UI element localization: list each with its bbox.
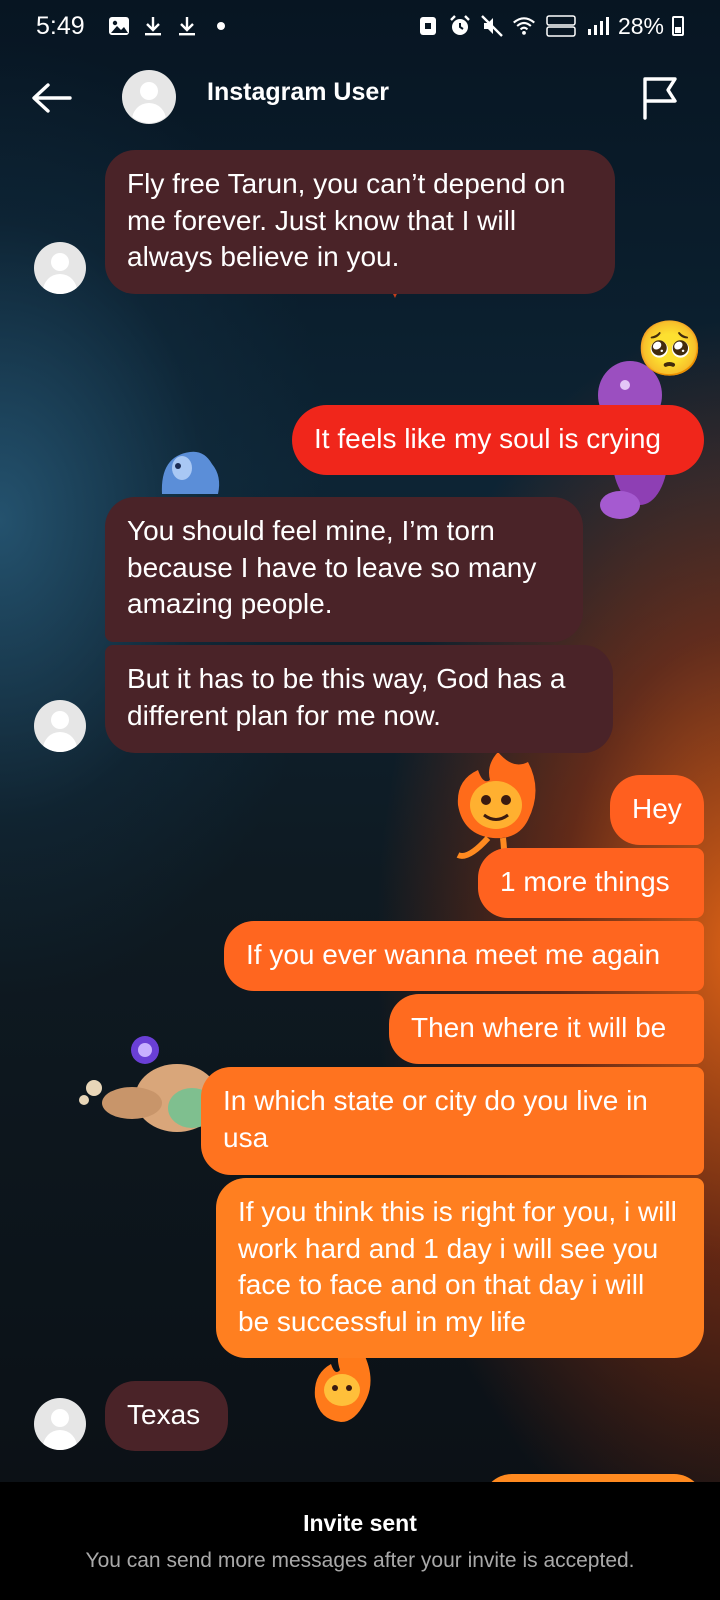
sender-avatar[interactable] (34, 1398, 86, 1450)
back-button[interactable] (28, 76, 76, 120)
status-bar: 5:49 28% (0, 0, 720, 52)
message-text: Fly free Tarun, you can’t depend on me f… (127, 168, 566, 272)
received-message-bubble[interactable]: You should feel mine, I’m torn because I… (105, 497, 583, 642)
sender-avatar[interactable] (34, 700, 86, 752)
volte-icon (544, 14, 578, 38)
gallery-icon (107, 14, 131, 38)
sent-message-bubble[interactable]: If you think this is right for you, i wi… (216, 1178, 704, 1358)
water-character-sticker-icon (152, 446, 227, 496)
message-text: Hey (632, 793, 682, 824)
battery-percent: 28% (617, 12, 664, 39)
received-message-bubble[interactable]: But it has to be this way, God has a dif… (105, 645, 613, 753)
message-text: It feels like my soul is crying (314, 423, 661, 454)
report-button[interactable] (634, 72, 686, 124)
chat-title[interactable]: Instagram User (207, 78, 389, 107)
wifi-icon (512, 14, 536, 38)
download-icon (175, 14, 199, 38)
flag-icon (643, 77, 677, 120)
avatar-placeholder-icon (123, 71, 175, 123)
alarm-icon (448, 14, 472, 38)
sent-message-bubble[interactable]: 1 more things (478, 848, 704, 918)
sent-message-bubble[interactable]: It feels like my soul is crying (292, 405, 704, 475)
profile-avatar[interactable] (122, 70, 176, 124)
received-message-bubble[interactable]: Fly free Tarun, you can’t depend on me f… (105, 150, 615, 294)
pleading-face-reaction-icon: 🥺 (636, 319, 704, 379)
received-message-bubble[interactable]: Texas (105, 1381, 228, 1451)
sender-avatar[interactable] (34, 242, 86, 294)
back-arrow-icon (32, 83, 72, 113)
message-text: If you ever wanna meet me again (246, 939, 661, 970)
sent-message-bubble[interactable]: Then where it will be (389, 994, 704, 1064)
sent-message-bubble[interactable]: In which state or city do you live in us… (201, 1067, 704, 1175)
nfc-icon (416, 14, 440, 38)
signal-icon (586, 14, 610, 38)
mute-icon (480, 14, 504, 38)
battery-icon (672, 16, 684, 36)
status-time: 5:49 (36, 11, 85, 40)
download-icon (141, 14, 165, 38)
invite-status-title: Invite sent (303, 1510, 417, 1536)
message-text: But it has to be this way, God has a dif… (127, 663, 566, 731)
sent-message-bubble[interactable]: If you ever wanna meet me again (224, 921, 704, 991)
message-text: If you think this is right for you, i wi… (238, 1196, 677, 1337)
message-text: You should feel mine, I’m torn because I… (127, 515, 537, 619)
message-text: 1 more things (500, 866, 670, 897)
message-text: In which state or city do you live in us… (223, 1085, 648, 1153)
sent-message-bubble[interactable]: Hey (610, 775, 704, 845)
dot-icon (209, 14, 233, 38)
invite-status-subtitle: You can send more messages after your in… (85, 1549, 635, 1572)
chat-header: Instagram User (0, 58, 720, 138)
message-text: Texas (127, 1399, 201, 1430)
message-text: Then where it will be (411, 1012, 667, 1043)
invite-footer: Invite sent You can send more messages a… (0, 1482, 720, 1600)
